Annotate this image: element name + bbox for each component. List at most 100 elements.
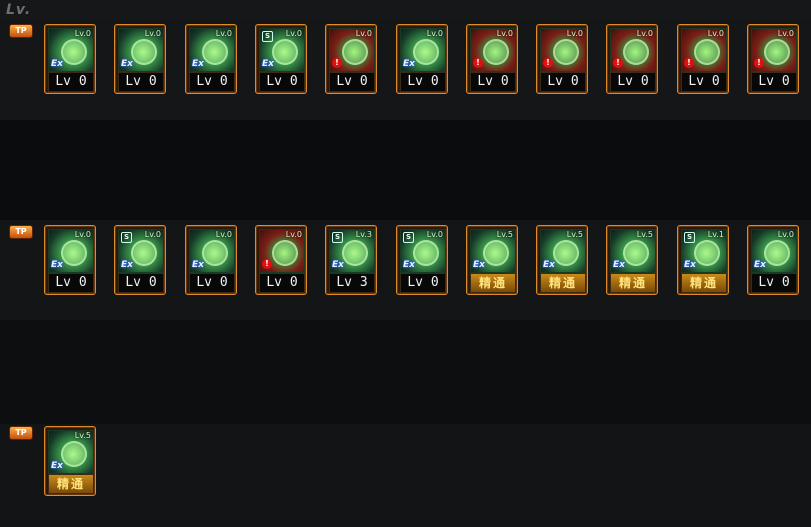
- skill-level-label: Lv 0: [48, 273, 94, 293]
- skill-glyph-icon: [413, 39, 439, 65]
- skill-level-tag: Lv.5: [74, 431, 91, 440]
- skill-icon[interactable]: Lv.0!: [259, 229, 305, 273]
- skill-slot[interactable]: Lv.0! Lv 0: [747, 24, 799, 94]
- skill-icon[interactable]: Lv.3 S Ex: [329, 229, 375, 273]
- ex-badge-icon: Ex: [262, 59, 274, 69]
- skill-glyph-icon: [342, 39, 368, 65]
- skill-slot[interactable]: Lv.0! Lv 0: [677, 24, 729, 94]
- skill-icon[interactable]: Lv.5 Ex: [540, 229, 586, 273]
- skill-icon[interactable]: Lv.1 S Ex: [681, 229, 727, 273]
- warning-badge-icon: !: [754, 58, 764, 68]
- skill-icon[interactable]: Lv.0 Ex: [48, 28, 94, 72]
- skill-mastery-label: 精通: [470, 273, 516, 293]
- skill-level-label: Lv 0: [751, 273, 797, 293]
- skill-glyph-icon: [131, 240, 157, 266]
- skill-level-tag: Lv.0: [777, 230, 794, 239]
- skill-level-tag: Lv.0: [74, 230, 91, 239]
- skill-slot[interactable]: Lv.5 Ex 精通: [466, 225, 518, 295]
- skill-slot[interactable]: Lv.5 Ex 精通: [536, 225, 588, 295]
- s-grade-icon: S: [684, 232, 695, 243]
- skill-slot[interactable]: Lv.0! Lv 0: [536, 24, 588, 94]
- warning-badge-icon: !: [684, 58, 694, 68]
- ex-badge-icon: Ex: [121, 59, 133, 69]
- skill-level-label: Lv 0: [610, 72, 656, 92]
- skill-slot[interactable]: Lv.0! Lv 0: [466, 24, 518, 94]
- skill-slot[interactable]: Lv.0 Ex Lv 0: [44, 24, 96, 94]
- skill-slot[interactable]: Lv.0 S Ex Lv 0: [255, 24, 307, 94]
- skill-icon[interactable]: Lv.0!: [610, 28, 656, 72]
- skill-level-tag: Lv.5: [496, 230, 513, 239]
- level-column-header: Lv.: [6, 2, 32, 18]
- skill-icon[interactable]: Lv.0 Ex: [189, 28, 235, 72]
- skill-icon[interactable]: Lv.0 Ex: [400, 28, 446, 72]
- skill-slot[interactable]: Lv.0 Ex Lv 0: [747, 225, 799, 295]
- skill-icon[interactable]: Lv.0 Ex: [118, 28, 164, 72]
- s-grade-icon: S: [403, 232, 414, 243]
- skill-slot[interactable]: Lv.0 Ex Lv 0: [185, 24, 237, 94]
- skill-icon[interactable]: Lv.0!: [470, 28, 516, 72]
- skill-level-label: Lv 0: [259, 72, 305, 92]
- skill-icon[interactable]: Lv.5 Ex: [48, 430, 94, 474]
- skill-glyph-icon: [764, 240, 790, 266]
- skill-level-label: Lv 0: [400, 273, 446, 293]
- skill-slot[interactable]: Lv.0 S Ex Lv 0: [396, 225, 448, 295]
- skill-glyph-icon: [202, 39, 228, 65]
- skill-icon[interactable]: Lv.0 Ex: [751, 229, 797, 273]
- skill-icon[interactable]: Lv.5 Ex: [610, 229, 656, 273]
- skill-icon[interactable]: Lv.5 Ex: [470, 229, 516, 273]
- ex-badge-icon: Ex: [51, 59, 63, 69]
- skill-slot[interactable]: Lv.1 S Ex 精通: [677, 225, 729, 295]
- skill-level-tag: Lv.0: [74, 29, 91, 38]
- skill-level-tag: Lv.0: [215, 230, 232, 239]
- skill-slot[interactable]: Lv.5 Ex 精通: [606, 225, 658, 295]
- skill-slot[interactable]: Lv.0! Lv 0: [325, 24, 377, 94]
- skill-icon[interactable]: Lv.0 Ex: [48, 229, 94, 273]
- skill-slot[interactable]: Lv.0 Ex Lv 0: [185, 225, 237, 295]
- skill-slot[interactable]: Lv.0 Ex Lv 0: [44, 225, 96, 295]
- skill-glyph-icon: [483, 39, 509, 65]
- skill-level-label: Lv 0: [259, 273, 305, 293]
- skill-icon[interactable]: Lv.0 S Ex: [118, 229, 164, 273]
- skill-level-label: Lv 3: [329, 273, 375, 293]
- skill-glyph-icon: [694, 39, 720, 65]
- skill-icon[interactable]: Lv.0 S Ex: [259, 28, 305, 72]
- skill-level-label: Lv 0: [118, 72, 164, 92]
- spacer-band-1: [0, 120, 811, 220]
- skill-slot[interactable]: Lv.0 S Ex Lv 0: [114, 225, 166, 295]
- skill-level-tag: Lv.0: [426, 29, 443, 38]
- skill-glyph-icon: [623, 240, 649, 266]
- skill-level-tag: Lv.0: [707, 29, 724, 38]
- ex-badge-icon: Ex: [754, 260, 766, 270]
- skill-level-tag: Lv.0: [285, 29, 302, 38]
- skill-slot[interactable]: Lv.0 Ex Lv 0: [396, 24, 448, 94]
- skill-glyph-icon: [764, 39, 790, 65]
- skill-slot[interactable]: Lv.5 Ex 精通: [44, 426, 96, 496]
- skill-icon[interactable]: Lv.0!: [751, 28, 797, 72]
- skill-level-label: Lv 0: [400, 72, 446, 92]
- skill-icon[interactable]: Lv.0!: [681, 28, 727, 72]
- skill-mastery-label: 精通: [610, 273, 656, 293]
- skill-level-tag: Lv.0: [285, 230, 302, 239]
- skill-level-label: Lv 0: [118, 273, 164, 293]
- skill-glyph-icon: [483, 240, 509, 266]
- skill-icon[interactable]: Lv.0!: [329, 28, 375, 72]
- skill-row-2: Lv.0 Ex Lv 0 Lv.0 S Ex Lv 0 Lv.0 Ex Lv 0 Lv.0! Lv 0…: [0, 225, 811, 297]
- skill-level-label: Lv 0: [189, 273, 235, 293]
- skill-slot[interactable]: Lv.3 S Ex Lv 3: [325, 225, 377, 295]
- skill-glyph-icon: [413, 240, 439, 266]
- warning-badge-icon: !: [332, 58, 342, 68]
- skill-icon[interactable]: Lv.0 S Ex: [400, 229, 446, 273]
- skill-level-tag: Lv.3: [355, 230, 372, 239]
- skill-slot[interactable]: Lv.0! Lv 0: [606, 24, 658, 94]
- skill-level-label: Lv 0: [48, 72, 94, 92]
- skill-slot[interactable]: Lv.0 Ex Lv 0: [114, 24, 166, 94]
- skill-level-label: Lv 0: [470, 72, 516, 92]
- warning-badge-icon: !: [262, 259, 272, 269]
- s-grade-icon: S: [262, 31, 273, 42]
- skill-glyph-icon: [272, 39, 298, 65]
- skill-icon[interactable]: Lv.0 Ex: [189, 229, 235, 273]
- skill-slot[interactable]: Lv.0! Lv 0: [255, 225, 307, 295]
- skill-mastery-label: 精通: [48, 474, 94, 494]
- spacer-band-2: [0, 320, 811, 424]
- skill-icon[interactable]: Lv.0!: [540, 28, 586, 72]
